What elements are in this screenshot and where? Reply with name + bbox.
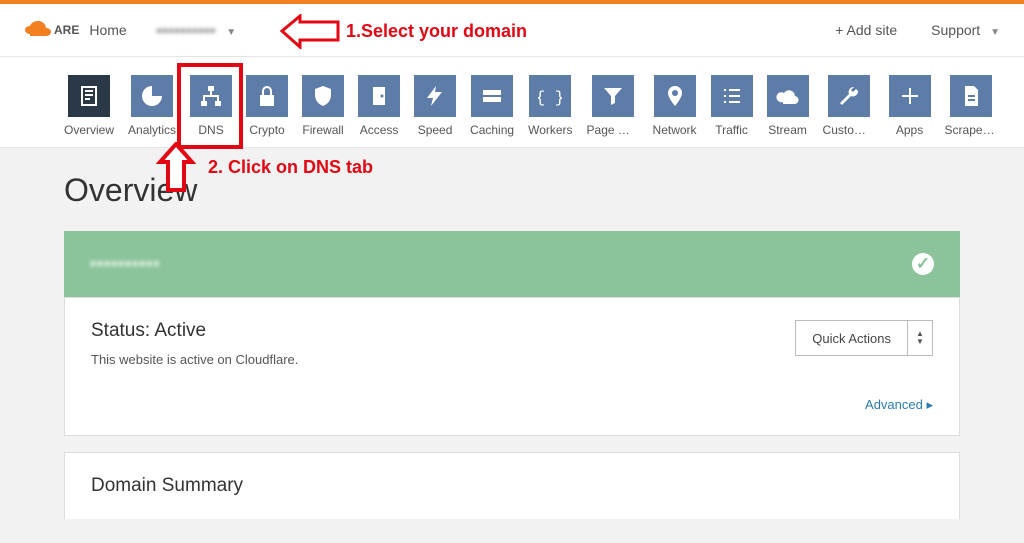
stepper-arrows-icon: ▲▼ bbox=[907, 321, 932, 355]
logo-text: ARE bbox=[54, 23, 79, 37]
add-site-button[interactable]: + Add site bbox=[835, 22, 897, 38]
tab-network[interactable]: Network bbox=[653, 75, 697, 137]
status-description: This website is active on Cloudflare. bbox=[91, 352, 298, 367]
tab-label: Firewall bbox=[302, 123, 343, 137]
tab-traffic[interactable]: Traffic bbox=[711, 75, 753, 137]
tab-label: Custom P... bbox=[823, 123, 875, 137]
annotation-arrow-1: 1.Select your domain bbox=[280, 14, 527, 49]
tab-overview[interactable]: Overview bbox=[64, 75, 114, 137]
pin-icon bbox=[654, 75, 696, 117]
tab-apps[interactable]: Apps bbox=[889, 75, 931, 137]
annotation-arrow-2: 2. Click on DNS tab bbox=[156, 142, 373, 192]
tab-label: Caching bbox=[470, 123, 514, 137]
bolt-icon bbox=[414, 75, 456, 117]
domain-name-obscured: ▪▪▪▪▪▪▪▪▪▪ bbox=[157, 22, 217, 38]
tab-custom-pages[interactable]: Custom P... bbox=[823, 75, 875, 137]
tab-label: DNS bbox=[198, 123, 223, 137]
domain-summary-card: Domain Summary bbox=[64, 452, 960, 519]
sitemap-icon bbox=[190, 75, 232, 117]
tab-workers[interactable]: { } Workers bbox=[528, 75, 572, 137]
support-label: Support bbox=[931, 22, 980, 38]
drive-icon bbox=[471, 75, 513, 117]
quick-actions-dropdown[interactable]: Quick Actions ▲▼ bbox=[795, 320, 933, 356]
tab-label: Speed bbox=[418, 123, 453, 137]
status-card: Status: Active This website is active on… bbox=[64, 297, 960, 436]
tab-label: Access bbox=[360, 123, 399, 137]
cloud-icon bbox=[767, 75, 809, 117]
caret-down-icon: ▼ bbox=[990, 27, 1000, 38]
domain-selector[interactable]: ▪▪▪▪▪▪▪▪▪▪ ▼ bbox=[157, 22, 236, 38]
advanced-link[interactable]: Advanced ▸ bbox=[91, 397, 933, 413]
tab-dns[interactable]: DNS bbox=[190, 75, 232, 137]
tab-label: Analytics bbox=[128, 123, 176, 137]
list-icon bbox=[711, 75, 753, 117]
check-circle-icon: ✓ bbox=[912, 253, 934, 275]
funnel-icon bbox=[592, 75, 634, 117]
status-heading: Status: Active bbox=[91, 320, 298, 342]
tab-label: Scrape Sh... bbox=[945, 123, 997, 137]
banner-domain-obscured: ▪▪▪▪▪▪▪▪▪▪ bbox=[90, 254, 160, 274]
lock-icon bbox=[246, 75, 288, 117]
tab-label: Crypto bbox=[249, 123, 284, 137]
caret-down-icon: ▼ bbox=[226, 27, 236, 38]
clipboard-icon bbox=[68, 75, 110, 117]
status-banner: ▪▪▪▪▪▪▪▪▪▪ ✓ bbox=[64, 231, 960, 297]
tab-stream[interactable]: Stream bbox=[767, 75, 809, 137]
pie-icon bbox=[131, 75, 173, 117]
annotation-text-2: 2. Click on DNS tab bbox=[208, 157, 373, 178]
tab-speed[interactable]: Speed bbox=[414, 75, 456, 137]
wrench-icon bbox=[828, 75, 870, 117]
tab-page-rules[interactable]: Page Rules bbox=[587, 75, 639, 137]
nav-home[interactable]: Home bbox=[89, 22, 126, 38]
tab-scrape-shield[interactable]: Scrape Sh... bbox=[945, 75, 997, 137]
document-icon bbox=[950, 75, 992, 117]
svg-text:{ }: { } bbox=[538, 89, 562, 107]
tab-label: Traffic bbox=[715, 123, 748, 137]
tab-label: Network bbox=[653, 123, 697, 137]
tab-crypto[interactable]: Crypto bbox=[246, 75, 288, 137]
door-icon bbox=[358, 75, 400, 117]
cloud-icon bbox=[24, 20, 52, 40]
main-content: Overview 2. Click on DNS tab ▪▪▪▪▪▪▪▪▪▪ … bbox=[0, 148, 1024, 543]
annotation-text-1: 1.Select your domain bbox=[346, 21, 527, 42]
shield-icon bbox=[302, 75, 344, 117]
tab-label: Workers bbox=[528, 123, 572, 137]
top-header: ARE Home ▪▪▪▪▪▪▪▪▪▪ ▼ + Add site Support… bbox=[0, 4, 1024, 57]
tab-analytics[interactable]: Analytics bbox=[128, 75, 176, 137]
tab-label: Stream bbox=[768, 123, 807, 137]
domain-summary-heading: Domain Summary bbox=[91, 475, 933, 497]
tab-label: Page Rules bbox=[587, 123, 639, 137]
quick-actions-label: Quick Actions bbox=[796, 321, 907, 355]
cloudflare-logo[interactable]: ARE bbox=[24, 20, 79, 40]
support-menu[interactable]: Support ▼ bbox=[931, 22, 1000, 38]
tab-label: Overview bbox=[64, 123, 114, 137]
plus-icon bbox=[889, 75, 931, 117]
braces-icon: { } bbox=[529, 75, 571, 117]
tab-access[interactable]: Access bbox=[358, 75, 400, 137]
tab-bar: Overview Analytics DNS Crypto Firewall A… bbox=[0, 57, 1024, 148]
tab-caching[interactable]: Caching bbox=[470, 75, 514, 137]
tab-firewall[interactable]: Firewall bbox=[302, 75, 344, 137]
tab-label: Apps bbox=[896, 123, 923, 137]
